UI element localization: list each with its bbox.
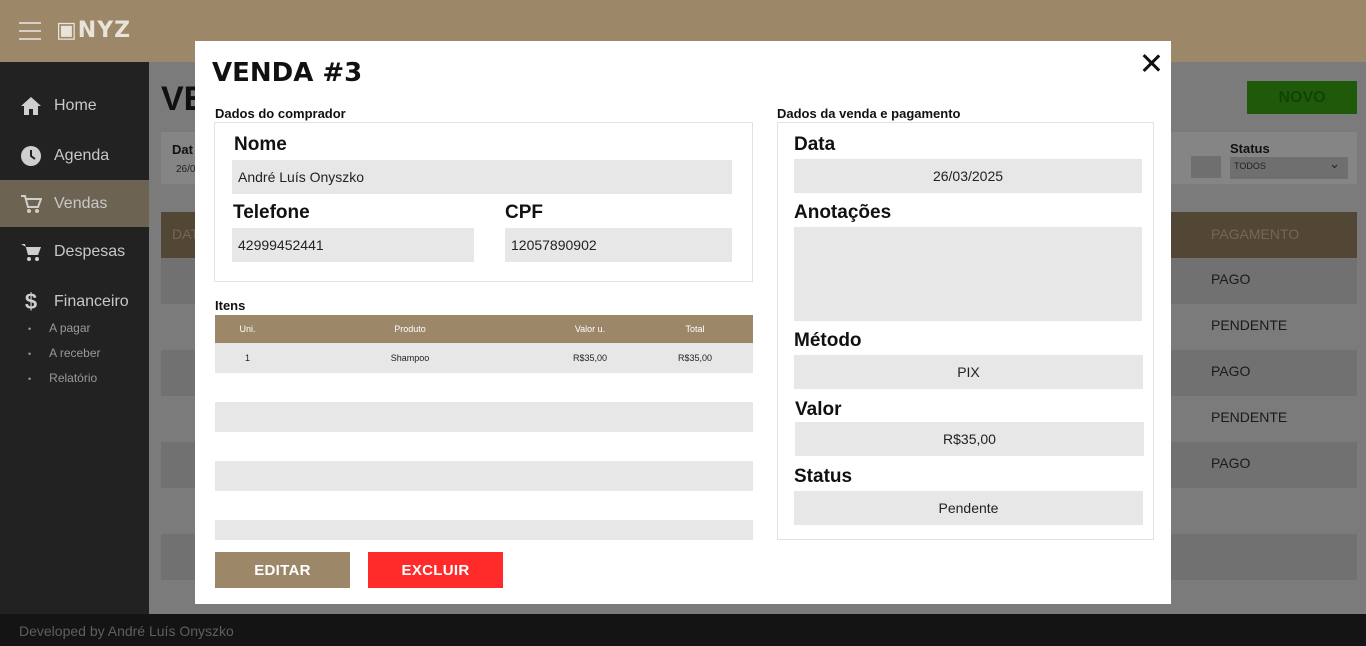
status-field[interactable]: Pendente: [794, 491, 1143, 525]
sidebar-subitem-a-receber[interactable]: A receber: [28, 346, 100, 360]
sidebar: Home Agenda Vendas Despesas $ Financeiro…: [0, 62, 149, 614]
sale-panel: Data 26/03/2025 Anotações Método PIX Val…: [777, 122, 1154, 540]
delete-button[interactable]: EXCLUIR: [368, 552, 503, 588]
sidebar-item-despesas[interactable]: Despesas: [0, 228, 149, 275]
cart-icon: [20, 193, 42, 215]
sidebar-item-agenda[interactable]: Agenda: [0, 132, 149, 179]
table-row: [215, 402, 753, 432]
sidebar-item-label: Home: [54, 96, 97, 114]
sidebar-item-home[interactable]: Home: [0, 82, 149, 129]
sidebar-item-vendas[interactable]: Vendas: [0, 180, 149, 227]
phone-label: Telefone: [233, 202, 310, 223]
header-produto: Produto: [394, 324, 426, 334]
table-row: [215, 520, 753, 540]
payment-status: PAGO: [1211, 363, 1251, 379]
cell-uni: 1: [244, 353, 250, 364]
table-row: [215, 432, 753, 462]
close-icon[interactable]: [1140, 52, 1162, 74]
table-row[interactable]: 1 Shampoo R$35,00 R$35,00: [215, 343, 753, 373]
cart-icon: [20, 241, 42, 263]
method-label: Método: [794, 330, 862, 351]
cell-produto: Shampoo: [390, 353, 430, 364]
date-field[interactable]: 26/03/2025: [794, 159, 1142, 193]
hamburger-menu-icon[interactable]: [19, 22, 41, 40]
buyer-section-title: Dados do comprador: [215, 106, 346, 121]
items-table: Uni. Produto Valor u. Total 1 Shampoo R$…: [215, 315, 753, 540]
edit-button[interactable]: EDITAR: [215, 552, 350, 588]
sidebar-item-label: Agenda: [54, 146, 110, 164]
cell-total: R$35,00: [677, 353, 713, 364]
app-logo: ▣NYZ: [56, 18, 132, 43]
cell-valor: R$35,00: [572, 353, 608, 364]
payment-status: PAGO: [1211, 455, 1251, 471]
items-section-title: Itens: [215, 298, 246, 313]
new-button[interactable]: NOVO: [1247, 81, 1357, 114]
header-valor: Valor u.: [574, 324, 606, 334]
header-total: Total: [685, 324, 705, 334]
date-filter-label: Dat: [172, 142, 193, 157]
payment-status: PAGO: [1211, 271, 1251, 287]
date-filter-value[interactable]: 26/0: [176, 164, 195, 175]
sidebar-subitem-relatorio[interactable]: Relatório: [28, 371, 97, 385]
table-row: [215, 491, 753, 521]
payment-status: PENDENTE: [1211, 409, 1288, 425]
sidebar-item-label: Financeiro: [54, 292, 129, 310]
sidebar-item-label: Despesas: [54, 242, 126, 260]
method-field[interactable]: PIX: [794, 355, 1143, 389]
value-field[interactable]: R$35,00: [795, 422, 1144, 456]
table-row: [215, 373, 753, 403]
table-row: [215, 461, 753, 491]
status-filter-label: Status: [1230, 141, 1270, 156]
phone-field[interactable]: 42999452441: [232, 228, 474, 262]
sale-modal: VENDA #3 Dados do comprador Nome André L…: [195, 41, 1171, 604]
date-label: Data: [794, 134, 836, 155]
payment-status: PENDENTE: [1211, 317, 1288, 333]
items-table-header: Uni. Produto Valor u. Total: [215, 315, 753, 343]
dollar-icon: $: [24, 288, 38, 314]
footer: Developed by André Luís Onyszko: [0, 614, 1366, 646]
table-header-payment: PAGAMENTO: [1211, 226, 1300, 242]
sale-section-title: Dados da venda e pagamento: [777, 106, 961, 121]
status-filter-select[interactable]: TODOS: [1230, 156, 1348, 179]
sidebar-item-financeiro[interactable]: $ Financeiro: [0, 278, 149, 325]
status-label: Status: [794, 466, 853, 487]
notes-field[interactable]: [794, 227, 1142, 321]
notes-label: Anotações: [794, 202, 892, 223]
sidebar-subitem-a-pagar[interactable]: A pagar: [28, 321, 90, 335]
buyer-panel: Nome André Luís Onyszko Telefone 4299945…: [214, 122, 753, 282]
sidebar-item-label: Vendas: [54, 194, 108, 212]
name-label: Nome: [234, 134, 287, 155]
date-filter-end[interactable]: [1191, 156, 1221, 178]
header-uni: Uni.: [239, 324, 256, 334]
cpf-field[interactable]: 12057890902: [505, 228, 732, 262]
modal-title: VENDA #3: [212, 58, 363, 88]
cpf-label: CPF: [505, 202, 543, 223]
clock-icon: [20, 145, 42, 167]
name-field[interactable]: André Luís Onyszko: [232, 160, 732, 194]
value-label: Valor: [795, 399, 842, 420]
home-icon: [20, 95, 42, 117]
